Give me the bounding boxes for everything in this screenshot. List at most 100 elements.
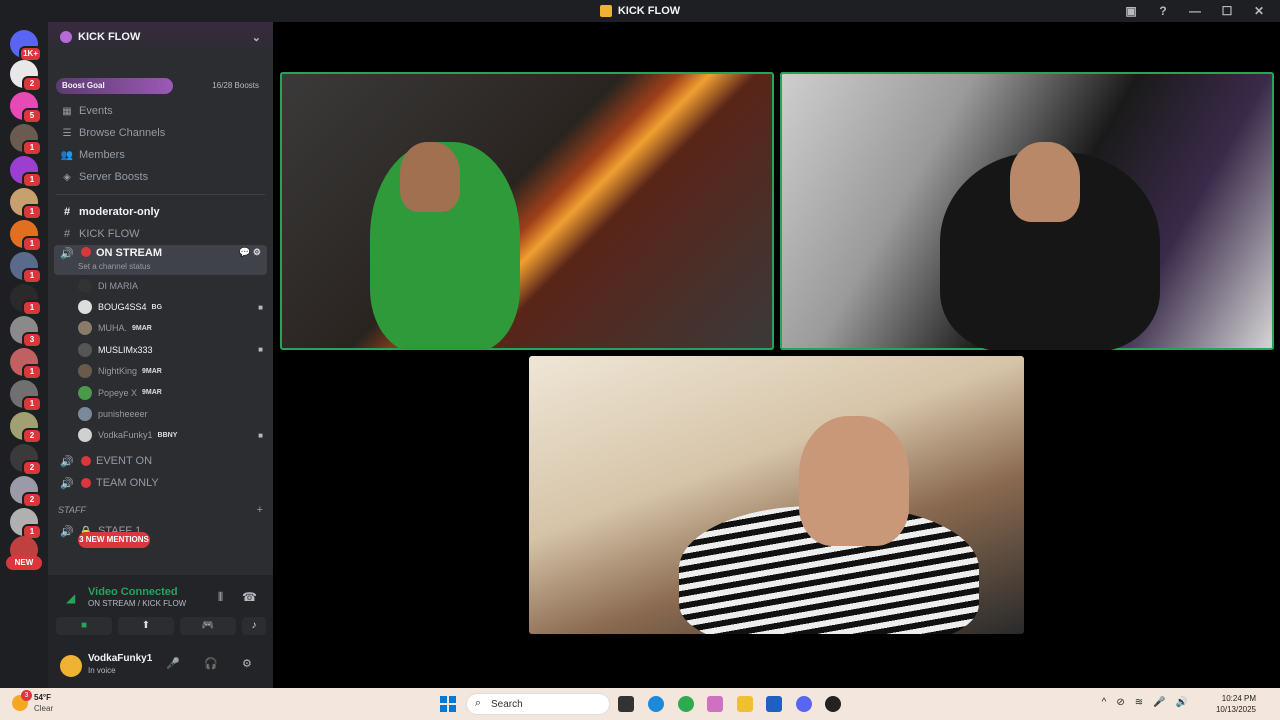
video-tile[interactable] <box>529 356 1024 634</box>
file-explorer-icon[interactable] <box>737 696 753 712</box>
user-name: VodkaFunky1 <box>98 430 153 441</box>
server-icon-8[interactable]: 1 <box>10 284 42 316</box>
server-icon-13[interactable]: 2 <box>10 444 42 476</box>
new-mentions-pill[interactable]: 3 NEW MENTIONS <box>78 532 150 548</box>
noise-suppression-icon[interactable]: ⫴ <box>218 590 223 605</box>
maximize-button[interactable]: ☐ <box>1220 4 1234 18</box>
video-stage <box>273 22 1280 688</box>
voice-location[interactable]: ON STREAM / KICK FLOW <box>88 599 186 608</box>
window-controls: ▣ ? — ☐ ✕ <box>1124 0 1280 22</box>
wifi-icon[interactable]: ≋ <box>1135 697 1143 708</box>
server-icon-11[interactable]: 1 <box>10 380 42 412</box>
video-tile[interactable] <box>780 72 1274 350</box>
server-icon-9[interactable]: 3 <box>10 316 42 348</box>
screenshare-button[interactable]: ⬆ <box>118 617 174 635</box>
user-tag: BG <box>151 303 163 311</box>
avatar <box>78 364 92 379</box>
voice-user[interactable]: DI MARIA <box>48 275 273 296</box>
voice-user[interactable]: MUHA. 9MAR <box>48 318 273 339</box>
taskbar-search[interactable]: ⌕ Search <box>466 693 610 715</box>
server-header[interactable]: KICK FLOW ⌄ <box>48 22 273 52</box>
no-entry-icon <box>81 478 91 489</box>
store-icon[interactable] <box>766 696 782 712</box>
nav-events[interactable]: ▦ Events <box>48 100 273 122</box>
server-icon-5[interactable]: 1 <box>10 188 42 220</box>
system-tray: ^ ⊘ ≋ 🎤 🔊 <box>1102 697 1188 708</box>
participant-face <box>1010 142 1080 222</box>
voice-status: Video Connected <box>88 586 178 598</box>
voice-user[interactable]: NightKing 9MAR <box>48 361 273 382</box>
edge-icon[interactable] <box>648 696 664 712</box>
chrome-icon[interactable] <box>678 696 694 712</box>
channel-moderator-only[interactable]: # moderator-only <box>48 201 273 223</box>
time: 10:24 PM <box>1221 694 1256 703</box>
chevron-up-icon[interactable]: ^ <box>1102 697 1107 708</box>
discord-icon[interactable] <box>796 696 812 712</box>
home-icon[interactable]: 1K+ <box>10 30 42 62</box>
date: 10/13/2025 <box>1215 705 1256 714</box>
soundboard-button[interactable]: ♪ <box>242 617 266 635</box>
help-icon[interactable]: ? <box>1156 4 1170 18</box>
server-icon-15[interactable]: 1 <box>10 508 42 540</box>
network-icon[interactable]: ⊘ <box>1116 697 1124 708</box>
volume-icon[interactable]: 🔊 <box>1176 697 1188 708</box>
channel-on-stream[interactable]: 🔊 ON STREAM 💬 ⚙ Set a channel status <box>54 245 267 275</box>
headphones-icon[interactable]: 🎧 <box>204 657 218 670</box>
voice-user[interactable]: Popeye X 9MAR <box>48 382 273 403</box>
server-icon-6[interactable]: 1 <box>10 220 42 252</box>
disconnect-icon[interactable]: ☎ <box>242 590 257 604</box>
voice-user[interactable]: BOUG4SS4 BG ■ <box>48 296 273 317</box>
channel-event-on[interactable]: 🔊 EVENT ON <box>48 450 273 472</box>
microphone-icon[interactable]: 🎤 <box>166 657 180 670</box>
voice-user[interactable]: punisheeeer <box>48 403 273 424</box>
channel-team-only[interactable]: 🔊 TEAM ONLY <box>48 472 273 494</box>
server-icon-3[interactable]: 1 <box>10 124 42 156</box>
server-icon-7[interactable]: 1 <box>10 252 42 284</box>
server-icon-10[interactable]: 1 <box>10 348 42 380</box>
microphone-tray-icon[interactable]: 🎤 <box>1153 697 1165 708</box>
minimize-button[interactable]: — <box>1188 4 1202 18</box>
boost-count: 16/28 Boosts <box>212 81 259 90</box>
boost-goal-bar[interactable]: Boost Goal 16/28 Boosts <box>56 78 265 94</box>
start-button[interactable] <box>440 696 456 712</box>
channel-kick-flow[interactable]: # KICK FLOW <box>48 223 273 245</box>
activity-button[interactable]: 🎮 <box>180 617 236 635</box>
signal-icon[interactable]: ◢ <box>66 591 75 605</box>
close-button[interactable]: ✕ <box>1252 4 1266 18</box>
nav-members[interactable]: 👥 Members <box>48 144 273 166</box>
category-label: STAFF <box>58 505 86 516</box>
unread-badge: 2 <box>22 492 42 508</box>
camera-button[interactable]: ■ <box>56 617 112 635</box>
category-staff[interactable]: STAFF + <box>48 500 273 520</box>
task-view-icon[interactable] <box>618 696 634 712</box>
voice-user[interactable]: MUSLIMx333 ■ <box>48 339 273 360</box>
avatar[interactable] <box>60 655 82 677</box>
server-icon-14[interactable]: 2 <box>10 476 42 508</box>
add-channel-icon[interactable]: + <box>257 504 263 516</box>
video-tile[interactable] <box>280 72 774 350</box>
server-icon-4[interactable]: 1 <box>10 156 42 188</box>
server-icon-1[interactable]: 2 <box>10 60 42 92</box>
inbox-icon[interactable]: ▣ <box>1124 4 1138 18</box>
nav-browse-channels[interactable]: ☰ Browse Channels <box>48 122 273 144</box>
server-name: KICK FLOW <box>78 31 141 43</box>
new-unreads-pill[interactable]: NEW <box>6 556 42 570</box>
gear-icon[interactable]: ⚙ <box>242 657 252 670</box>
channel-status-hint[interactable]: Set a channel status <box>78 262 151 271</box>
channel-tools[interactable]: 💬 ⚙ <box>239 247 261 258</box>
clock[interactable]: 10:24 PM 10/13/2025 <box>1216 693 1256 715</box>
hashtag-icon: # <box>63 228 71 240</box>
copilot-icon[interactable] <box>707 696 723 712</box>
app-icon[interactable] <box>825 696 841 712</box>
voice-user[interactable]: VodkaFunky1 BBNY ■ <box>48 425 273 446</box>
participant-face <box>799 416 909 546</box>
voice-user-list: DI MARIA BOUG4SS4 BG ■ MUHA. 9MAR MUSLIMx33… <box>48 275 273 446</box>
avatar <box>78 321 92 336</box>
channel-label: moderator-only <box>79 206 160 218</box>
user-name: DI MARIA <box>98 280 139 291</box>
channel-label: TEAM ONLY <box>96 477 159 490</box>
nav-label: Members <box>79 149 125 161</box>
server-icon-12[interactable]: 2 <box>10 412 42 444</box>
nav-server-boosts[interactable]: ◈ Server Boosts <box>48 166 273 188</box>
server-icon-2[interactable]: 5 <box>10 92 42 124</box>
